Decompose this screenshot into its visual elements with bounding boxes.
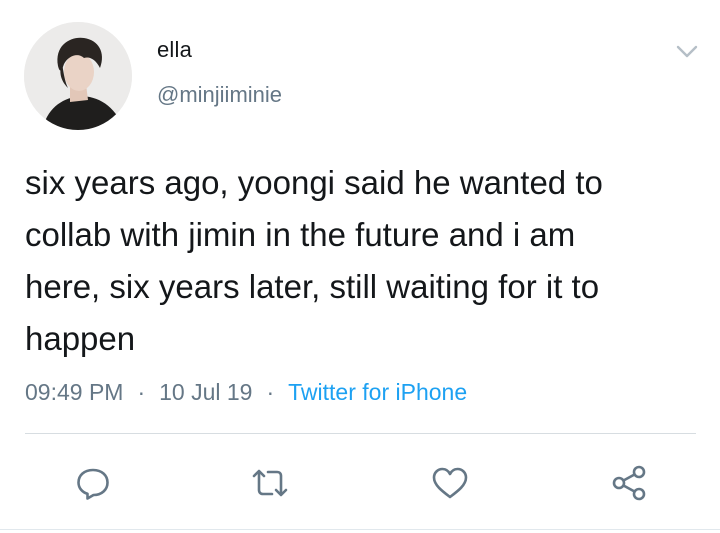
tweet: ella @minjiiminie six years ago, yoongi … <box>0 0 720 533</box>
like-icon[interactable] <box>430 463 470 503</box>
tweet-date: 10 Jul 19 <box>159 379 253 405</box>
separator: · <box>266 379 275 405</box>
tweet-source-link[interactable]: Twitter for iPhone <box>288 379 467 405</box>
retweet-icon[interactable] <box>250 463 290 503</box>
avatar[interactable] <box>24 22 132 130</box>
avatar-photo <box>24 22 132 130</box>
share-icon[interactable] <box>609 463 649 503</box>
user-handle[interactable]: @minjiiminie <box>157 82 282 108</box>
tweet-meta: 09:49 PM · 10 Jul 19 · Twitter for iPhone <box>25 379 467 406</box>
bottom-divider <box>0 529 720 530</box>
tweet-time: 09:49 PM <box>25 379 124 405</box>
separator: · <box>137 379 146 405</box>
display-name[interactable]: ella <box>157 37 192 63</box>
tweet-text: six years ago, yoongi said he wanted to … <box>25 164 603 357</box>
divider <box>25 433 696 434</box>
chevron-down-icon[interactable] <box>676 44 698 60</box>
reply-icon[interactable] <box>73 463 113 503</box>
